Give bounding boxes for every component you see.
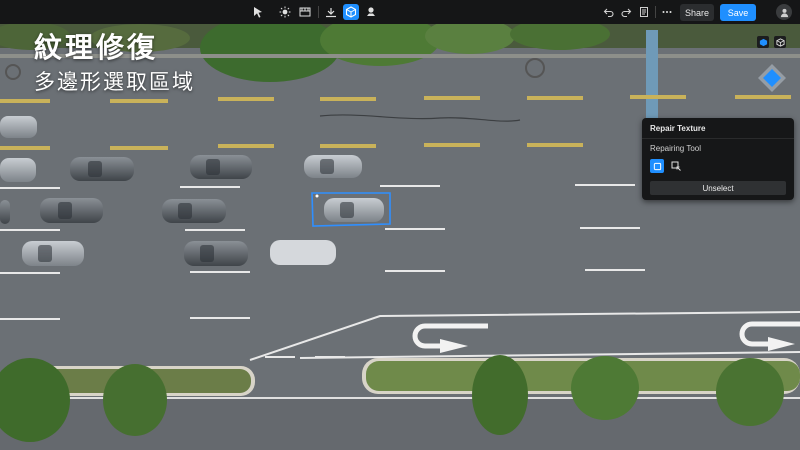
share-button[interactable]: Share: [680, 4, 714, 21]
repairing-tool-label: Repairing Tool: [650, 144, 701, 153]
cube-view-icon[interactable]: [757, 36, 769, 48]
polygon-repair-tool-icon[interactable]: [650, 159, 664, 173]
navigation-gizmo-icon[interactable]: [757, 63, 787, 93]
panel-divider: [642, 138, 794, 139]
select-tool-icon[interactable]: [250, 4, 266, 20]
avatar[interactable]: [776, 4, 792, 20]
toolbar-divider: [655, 6, 656, 18]
redo-icon[interactable]: [618, 4, 634, 20]
repair-texture-icon[interactable]: [343, 4, 359, 20]
top-toolbar: Share Save: [0, 0, 800, 24]
box-view-icon[interactable]: [774, 36, 786, 48]
save-button[interactable]: Save: [720, 4, 756, 21]
more-icon[interactable]: [659, 4, 675, 20]
notes-icon[interactable]: [636, 4, 652, 20]
undo-icon[interactable]: [601, 4, 617, 20]
brush-repair-tool-icon[interactable]: [669, 159, 683, 173]
page-subtitle: 多邊形選取區域: [34, 70, 195, 94]
stamp-icon[interactable]: [363, 4, 379, 20]
panel-title: Repair Texture: [650, 124, 706, 133]
measure-icon[interactable]: [323, 4, 339, 20]
film-icon[interactable]: [297, 4, 313, 20]
sun-icon[interactable]: [277, 4, 293, 20]
page-title: 紋理修復: [34, 31, 159, 64]
unselect-button[interactable]: Unselect: [650, 181, 786, 195]
toolbar-divider: [318, 6, 319, 18]
repair-texture-panel: Repair Texture Repairing Tool Unselect: [642, 118, 794, 200]
